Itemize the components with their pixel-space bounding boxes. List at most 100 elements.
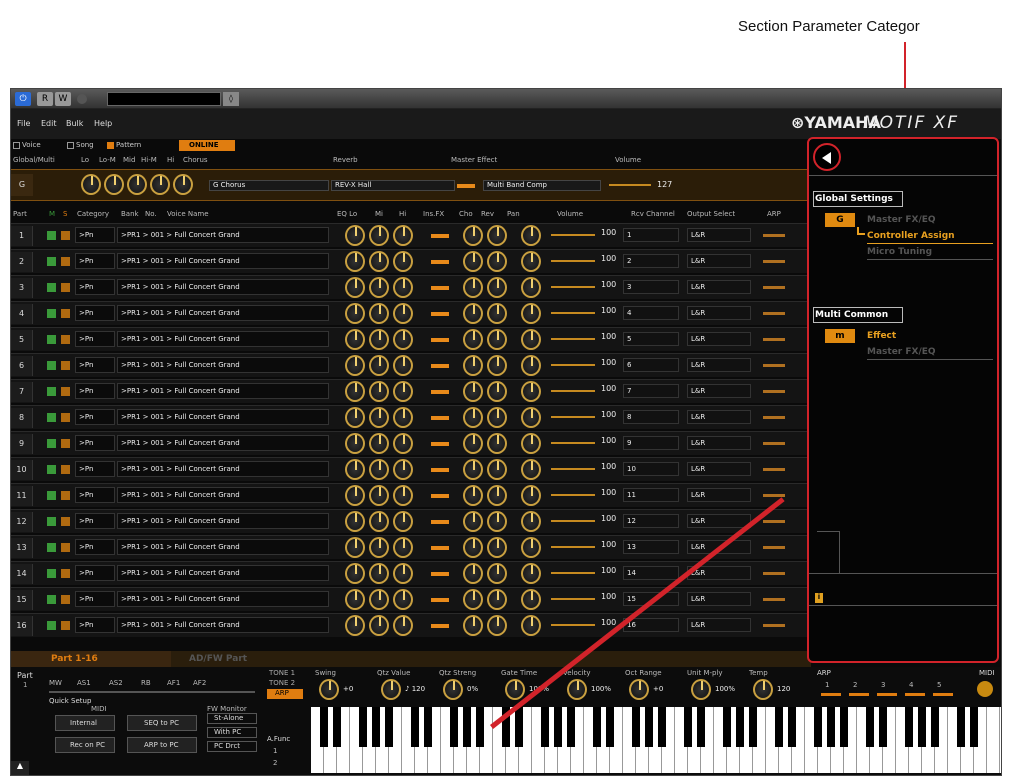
voice-name-field[interactable]: >PR1 > 001 > Full Concert Grand bbox=[117, 227, 329, 243]
mute-toggle[interactable] bbox=[47, 595, 56, 604]
eq-hi-knob[interactable] bbox=[393, 329, 413, 350]
pan-knob[interactable] bbox=[521, 329, 541, 350]
pan-knob[interactable] bbox=[521, 537, 541, 558]
category-field[interactable]: >Pn bbox=[75, 409, 115, 425]
solo-toggle[interactable] bbox=[61, 439, 70, 448]
rev-knob[interactable] bbox=[487, 485, 507, 506]
cho-knob[interactable] bbox=[463, 537, 483, 558]
category-field[interactable]: >Pn bbox=[75, 435, 115, 451]
rcv-channel-select[interactable]: 2 bbox=[623, 254, 679, 268]
output-select[interactable]: L&R bbox=[687, 410, 751, 424]
arp-param-knob[interactable] bbox=[505, 679, 525, 700]
solo-toggle[interactable] bbox=[61, 257, 70, 266]
ins-fx-switch[interactable] bbox=[431, 572, 449, 576]
arp-param-knob[interactable] bbox=[319, 679, 339, 700]
eq-mi-knob[interactable] bbox=[369, 303, 389, 324]
black-key[interactable] bbox=[606, 707, 614, 747]
volume-slider[interactable] bbox=[551, 546, 595, 548]
black-key[interactable] bbox=[905, 707, 913, 747]
category-field[interactable]: >Pn bbox=[75, 591, 115, 607]
solo-toggle[interactable] bbox=[61, 335, 70, 344]
voice-name-field[interactable]: >PR1 > 001 > Full Concert Grand bbox=[117, 461, 329, 477]
mute-toggle[interactable] bbox=[47, 543, 56, 552]
output-select[interactable]: L&R bbox=[687, 332, 751, 346]
category-field[interactable]: >Pn bbox=[75, 513, 115, 529]
solo-toggle[interactable] bbox=[61, 387, 70, 396]
arp-switch[interactable] bbox=[763, 572, 785, 575]
arp-switch[interactable] bbox=[763, 338, 785, 341]
mute-toggle[interactable] bbox=[47, 491, 56, 500]
arp-param-knob[interactable] bbox=[567, 679, 587, 700]
rev-knob[interactable] bbox=[487, 459, 507, 480]
device-select[interactable] bbox=[107, 92, 221, 106]
output-select[interactable]: L&R bbox=[687, 488, 751, 502]
tone1-option[interactable]: TONE 1 bbox=[269, 669, 295, 677]
ins-fx-switch[interactable] bbox=[431, 598, 449, 602]
volume-slider[interactable] bbox=[551, 520, 595, 522]
pan-knob[interactable] bbox=[521, 225, 541, 246]
rcv-channel-select[interactable]: 11 bbox=[623, 488, 679, 502]
arp-switch[interactable] bbox=[763, 442, 785, 445]
cho-knob[interactable] bbox=[463, 511, 483, 532]
rev-knob[interactable] bbox=[487, 433, 507, 454]
category-field[interactable]: >Pn bbox=[75, 357, 115, 373]
pan-knob[interactable] bbox=[521, 407, 541, 428]
black-key[interactable] bbox=[515, 707, 523, 747]
rcv-channel-select[interactable]: 10 bbox=[623, 462, 679, 476]
volume-slider[interactable] bbox=[551, 338, 595, 340]
eq-lo-knob[interactable] bbox=[81, 174, 101, 195]
monitor-pc-drct[interactable]: PC Drct bbox=[207, 741, 257, 752]
black-key[interactable] bbox=[970, 707, 978, 747]
black-key[interactable] bbox=[723, 707, 731, 747]
rev-knob[interactable] bbox=[487, 537, 507, 558]
cho-knob[interactable] bbox=[463, 303, 483, 324]
pan-knob[interactable] bbox=[521, 615, 541, 636]
internal-button[interactable]: Internal bbox=[55, 715, 115, 731]
rev-knob[interactable] bbox=[487, 511, 507, 532]
ins-fx-switch[interactable] bbox=[431, 286, 449, 290]
eq-hi-knob[interactable] bbox=[393, 615, 413, 636]
pan-knob[interactable] bbox=[521, 355, 541, 376]
output-select[interactable]: L&R bbox=[687, 462, 751, 476]
ins-fx-switch[interactable] bbox=[431, 468, 449, 472]
eq-lo-knob[interactable] bbox=[345, 355, 365, 376]
voice-name-field[interactable]: >PR1 > 001 > Full Concert Grand bbox=[117, 487, 329, 503]
category-field[interactable]: >Pn bbox=[75, 487, 115, 503]
menu-edit[interactable]: Edit bbox=[41, 119, 57, 128]
eq-mi-knob[interactable] bbox=[369, 329, 389, 350]
eq-hi-knob[interactable] bbox=[393, 537, 413, 558]
ins-fx-switch[interactable] bbox=[431, 494, 449, 498]
cho-knob[interactable] bbox=[463, 381, 483, 402]
arp-param-knob[interactable] bbox=[629, 679, 649, 700]
arp-switch[interactable] bbox=[763, 234, 785, 237]
eq-hi-knob[interactable] bbox=[393, 459, 413, 480]
rcv-channel-select[interactable]: 13 bbox=[623, 540, 679, 554]
category-field[interactable]: >Pn bbox=[75, 253, 115, 269]
eq-mi-knob[interactable] bbox=[369, 433, 389, 454]
arp-switch[interactable] bbox=[763, 286, 785, 289]
eq-hi-knob[interactable] bbox=[393, 225, 413, 246]
cho-knob[interactable] bbox=[463, 277, 483, 298]
menu-file[interactable]: File bbox=[17, 119, 30, 128]
black-key[interactable] bbox=[450, 707, 458, 747]
solo-toggle[interactable] bbox=[61, 231, 70, 240]
volume-slider[interactable] bbox=[551, 364, 595, 366]
eq-lo-knob[interactable] bbox=[345, 485, 365, 506]
eq-mi-knob[interactable] bbox=[369, 511, 389, 532]
rev-knob[interactable] bbox=[487, 615, 507, 636]
mute-toggle[interactable] bbox=[47, 621, 56, 630]
arp-switch[interactable] bbox=[763, 520, 785, 523]
volume-slider[interactable] bbox=[551, 442, 595, 444]
solo-toggle[interactable] bbox=[61, 413, 70, 422]
black-key[interactable] bbox=[411, 707, 419, 747]
output-select[interactable]: L&R bbox=[687, 592, 751, 606]
cho-knob[interactable] bbox=[463, 459, 483, 480]
black-key[interactable] bbox=[814, 707, 822, 747]
mode-voice[interactable]: Voice bbox=[13, 141, 41, 149]
rec-on-pc-button[interactable]: Rec on PC bbox=[55, 737, 115, 753]
eq-hi-knob[interactable] bbox=[393, 303, 413, 324]
black-key[interactable] bbox=[593, 707, 601, 747]
master-effect-select[interactable]: Multi Band Comp bbox=[483, 180, 601, 191]
eq-mi-knob[interactable] bbox=[369, 485, 389, 506]
rcv-channel-select[interactable]: 5 bbox=[623, 332, 679, 346]
